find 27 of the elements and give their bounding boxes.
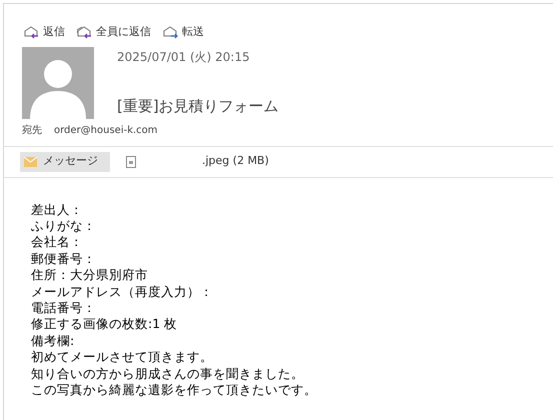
body-line: 知り合いの方から朋成さんの事を聞きました。 (31, 366, 305, 382)
subject: [重要]お見積りフォーム (117, 96, 279, 116)
toolbar-button[interactable]: 返信 (24, 24, 65, 40)
body-line: 住所：大分県別府市 (31, 267, 149, 284)
attachment-tab[interactable]: .jpeg (2 MB) (122, 152, 273, 172)
sent-date: 2025/07/01 (火) 20:15 (117, 48, 251, 66)
recipient-address: order@housei-k.com (54, 124, 158, 138)
reply-icon (24, 24, 40, 40)
body-line: 会社名： (31, 234, 84, 251)
body-line: ふりがな： (31, 218, 97, 234)
body-line: 電話番号： (31, 300, 97, 316)
avatar-icon (22, 46, 94, 118)
body-line: 修正する画像の枚数:1 枚 (31, 316, 178, 333)
file-icon (126, 156, 136, 168)
forward-icon (163, 24, 179, 40)
toolbar-button[interactable]: 転送 (163, 24, 204, 40)
body-line: 郵便番号： (31, 250, 97, 268)
to-label: 宛先 (22, 124, 42, 138)
toolbar-button[interactable]: 全員に返信 (77, 24, 151, 40)
body-line: メールアドレス（再度入力）： (31, 284, 214, 300)
envelope-icon (24, 156, 37, 166)
body-line: 備考欄: (31, 332, 76, 350)
reply-all-icon (77, 24, 93, 40)
body-line: 初めてメールさせて頂きます。 (31, 349, 214, 366)
body-line: 差出人： (31, 202, 84, 218)
body-line: この写真から綺麗な遺影を作って頂きたいです。 (31, 382, 318, 398)
message-tab[interactable]: メッセージ (20, 152, 110, 172)
